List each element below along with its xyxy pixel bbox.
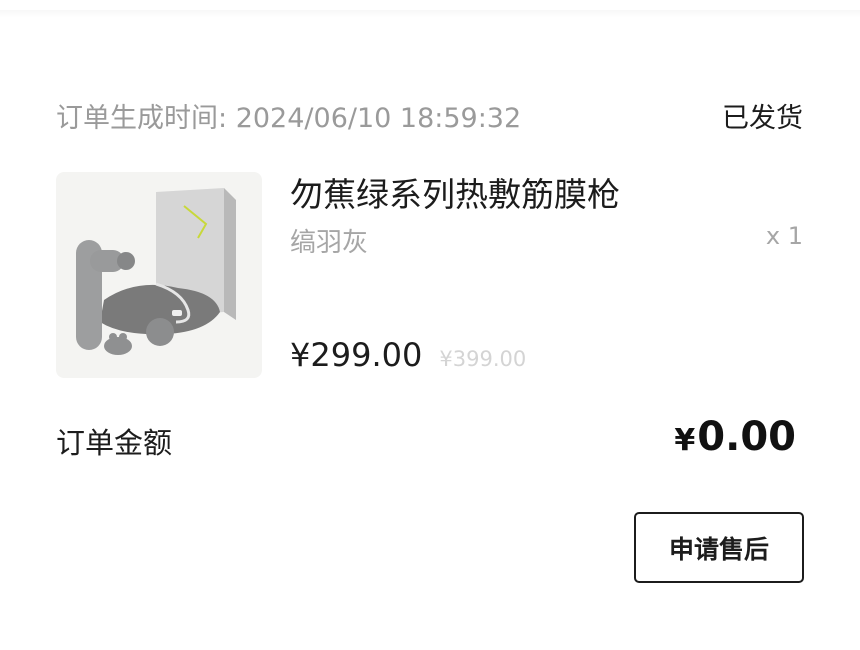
total-amount: 0.00 (697, 414, 796, 460)
order-status: 已发货 (722, 103, 803, 134)
currency-symbol: ¥ (674, 423, 696, 458)
order-time: 订单生成时间: 2024/06/10 18:59:32 (56, 96, 521, 135)
order-time-label: 订单生成时间: (56, 103, 228, 134)
order-total-value: ¥0.00 (674, 414, 796, 460)
current-price: ¥299.00 (290, 336, 423, 374)
product-variant: 缟羽灰 (290, 228, 369, 258)
price-row: ¥299.00 ¥399.00 (290, 336, 526, 374)
original-price: ¥399.00 (439, 347, 527, 371)
after-sales-button[interactable]: 申请售后 (634, 512, 804, 583)
product-quantity: x 1 (765, 222, 803, 250)
product-image[interactable] (56, 172, 262, 378)
order-total-label: 订单金额 (56, 426, 173, 460)
product-title[interactable]: 勿蕉绿系列热敷筋膜枪 (290, 168, 620, 216)
massage-gun-image (76, 188, 236, 355)
top-divider (0, 10, 860, 18)
order-time-value: 2024/06/10 18:59:32 (235, 103, 522, 134)
